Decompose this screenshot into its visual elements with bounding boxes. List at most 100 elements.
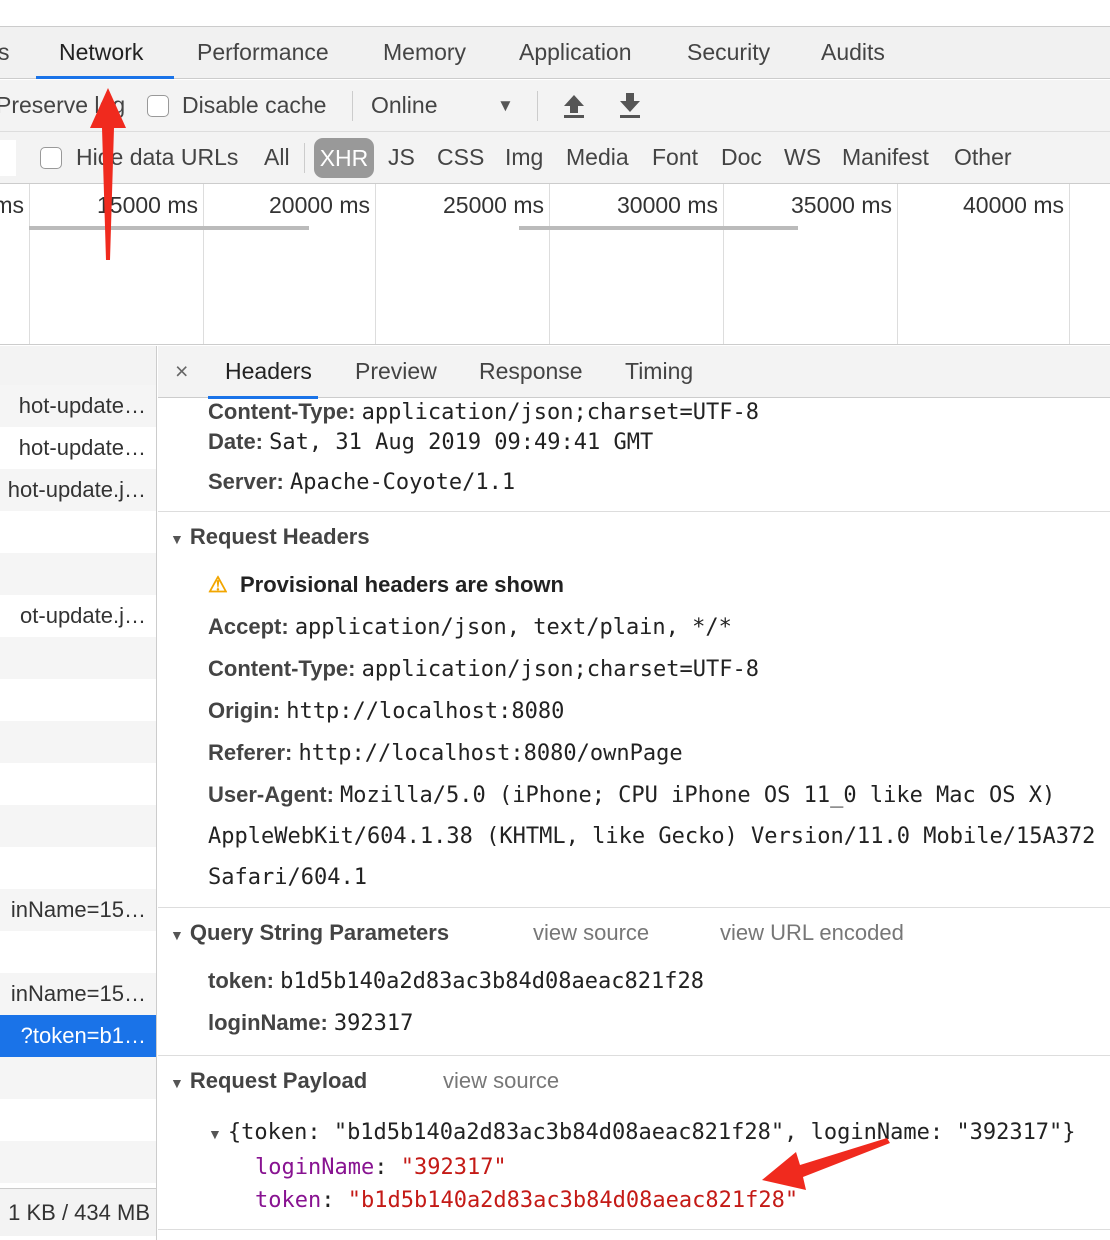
divider	[158, 907, 1110, 908]
filter-js[interactable]: JS	[388, 144, 415, 171]
tab-security[interactable]: Security	[687, 39, 770, 66]
request-row[interactable]: inName=15…	[0, 889, 156, 931]
request-row[interactable]	[0, 931, 156, 973]
header-origin: Origin: http://localhost:8080	[208, 698, 565, 724]
headers-content: Content-Type: application/json;charset=U…	[158, 399, 1110, 1240]
request-row[interactable]	[0, 721, 156, 763]
request-list: hot-update… hot-update… hot-update.j… ot-up…	[0, 346, 157, 1240]
divider	[158, 1055, 1110, 1056]
tab-audits[interactable]: Audits	[821, 39, 885, 66]
request-row[interactable]	[0, 847, 156, 889]
devtools-tab-bar: s Network Performance Memory Application…	[0, 26, 1110, 79]
request-row[interactable]	[0, 553, 156, 595]
filter-other[interactable]: Other	[954, 144, 1012, 171]
request-row[interactable]: inName=15…	[0, 973, 156, 1015]
divider	[158, 1229, 1110, 1230]
filter-img[interactable]: Img	[505, 144, 543, 171]
preserve-log-label[interactable]: Preserve log	[0, 92, 125, 119]
request-row[interactable]	[0, 1099, 156, 1141]
request-row[interactable]	[0, 1141, 156, 1183]
tab-response[interactable]: Response	[479, 358, 583, 385]
divider	[352, 91, 353, 121]
request-row[interactable]: hot-update.j…	[0, 469, 156, 511]
header-content-type: Content-Type: application/json;charset=U…	[208, 656, 759, 682]
query-param-loginname: loginName: 392317	[208, 1010, 414, 1036]
view-source-link[interactable]: view source	[443, 1068, 559, 1094]
request-row[interactable]	[0, 763, 156, 805]
header-server: Server: Apache-Coyote/1.1	[208, 469, 516, 495]
divider	[537, 91, 538, 121]
detail-tab-bar: × Headers Preview Response Timing	[158, 346, 1110, 399]
timeline-bar	[29, 226, 309, 230]
triangle-down-icon: ▼	[170, 531, 184, 547]
filter-all[interactable]: All	[264, 144, 290, 171]
payload-loginname: loginName: "392317"	[255, 1155, 507, 1180]
import-har-icon[interactable]	[562, 93, 586, 119]
request-row[interactable]	[0, 511, 156, 553]
disable-cache-checkbox[interactable]	[147, 95, 169, 117]
chevron-down-icon[interactable]: ▼	[497, 96, 514, 116]
header-accept: Accept: application/json, text/plain, */…	[208, 614, 732, 640]
request-row[interactable]	[0, 1057, 156, 1099]
filter-ws[interactable]: WS	[784, 144, 821, 171]
timeline-tick: 30000 ms	[616, 192, 718, 218]
request-detail-panel: × Headers Preview Response Timing Conten…	[158, 346, 1110, 1240]
request-headers-section[interactable]: ▼ Request Headers	[170, 524, 370, 550]
header-user-agent: User-Agent: Mozilla/5.0 (iPhone; CPU iPh…	[208, 782, 1096, 890]
header-date: Date: Sat, 31 Aug 2019 09:49:41 GMT	[208, 429, 654, 455]
view-source-link[interactable]: view source	[533, 920, 649, 946]
request-row[interactable]: hot-update…	[0, 385, 156, 427]
divider	[304, 143, 305, 173]
triangle-down-icon: ▼	[170, 1075, 184, 1091]
request-row[interactable]	[0, 679, 156, 721]
close-icon[interactable]: ×	[175, 358, 188, 385]
network-toolbar: Preserve log Disable cache Online ▼	[0, 80, 1110, 132]
timeline-bar	[519, 226, 798, 230]
provisional-warning: ⚠ Provisional headers are shown	[208, 572, 564, 597]
request-payload-section[interactable]: ▼ Request Payload	[170, 1068, 367, 1094]
request-row[interactable]: hot-update…	[0, 427, 156, 469]
request-row[interactable]: ?token=b1…	[0, 1015, 156, 1057]
tab-memory[interactable]: Memory	[383, 39, 466, 66]
timeline-tick: ms	[0, 192, 24, 218]
payload-summary[interactable]: ▼ {token: "b1d5b140a2d83ac3b84d08aeac821f…	[208, 1119, 1076, 1145]
payload-token: token: "b1d5b140a2d83ac3b84d08aeac821f28…	[255, 1188, 799, 1213]
filter-media[interactable]: Media	[566, 144, 629, 171]
filter-css[interactable]: CSS	[437, 144, 484, 171]
request-row[interactable]	[0, 805, 156, 847]
filter-bar: Hide data URLs All XHR JS CSS Img Media …	[0, 132, 1110, 184]
view-url-encoded-link[interactable]: view URL encoded	[720, 920, 904, 946]
tab-sources[interactable]: s	[0, 39, 10, 66]
header-referer: Referer: http://localhost:8080/ownPage	[208, 740, 683, 766]
timeline-tick: 20000 ms	[268, 192, 370, 218]
triangle-down-icon: ▼	[208, 1126, 222, 1142]
disable-cache-label[interactable]: Disable cache	[182, 92, 326, 119]
triangle-down-icon: ▼	[170, 927, 184, 943]
tab-headers[interactable]: Headers	[225, 358, 312, 385]
divider	[158, 511, 1110, 512]
filter-manifest[interactable]: Manifest	[842, 144, 929, 171]
filter-input[interactable]	[0, 140, 16, 176]
timeline-tick: 40000 ms	[962, 192, 1064, 218]
hide-data-urls-label[interactable]: Hide data URLs	[76, 144, 238, 171]
filter-font[interactable]: Font	[652, 144, 698, 171]
active-tab-indicator	[36, 76, 174, 79]
query-param-token: token: b1d5b140a2d83ac3b84d08aeac821f28	[208, 968, 704, 994]
tab-performance[interactable]: Performance	[197, 39, 329, 66]
filter-doc[interactable]: Doc	[721, 144, 762, 171]
tab-preview[interactable]: Preview	[355, 358, 437, 385]
query-string-section[interactable]: ▼ Query String Parameters	[170, 920, 449, 946]
hide-data-urls-checkbox[interactable]	[40, 147, 62, 169]
tab-timing[interactable]: Timing	[625, 358, 693, 385]
timeline-tick: 15000 ms	[96, 192, 198, 218]
tab-application[interactable]: Application	[519, 39, 632, 66]
request-row[interactable]: ot-update.j…	[0, 595, 156, 637]
request-row[interactable]	[0, 637, 156, 679]
timeline-tick: 25000 ms	[442, 192, 544, 218]
export-har-icon[interactable]	[618, 93, 642, 119]
throttle-select[interactable]: Online	[371, 92, 437, 119]
filter-xhr[interactable]: XHR	[314, 138, 374, 178]
timeline-overview[interactable]: ms 15000 ms 20000 ms 25000 ms 30000 ms 3…	[0, 184, 1110, 345]
tab-network[interactable]: Network	[59, 39, 143, 66]
header-content-type: Content-Type: application/json;charset=U…	[208, 399, 759, 425]
